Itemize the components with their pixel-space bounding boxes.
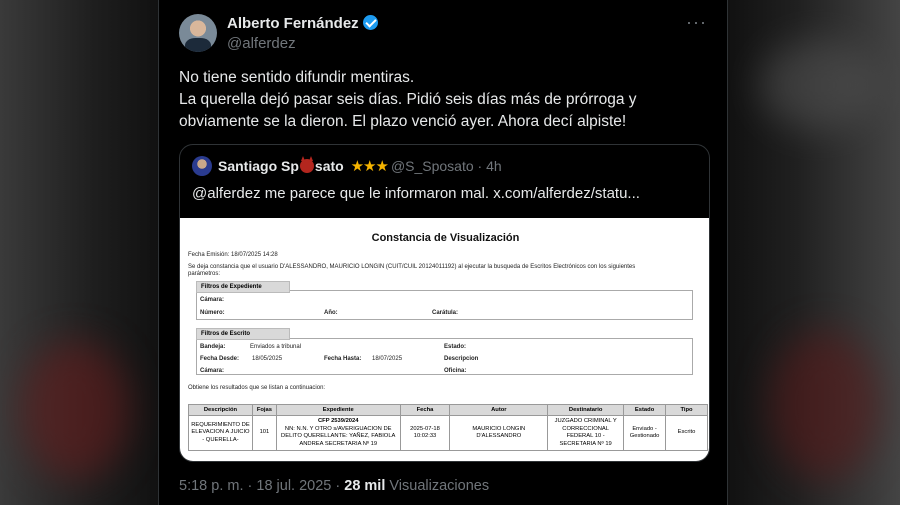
bandeja-value: Enviados a tribunal [250,344,302,350]
table-header: Tipo [665,404,708,416]
tweet-text-line: obviamente se la dieron. El plazo venció… [179,113,627,130]
fecha-desde-value: 18/05/2025 [252,356,283,362]
estado-label: Estado: [444,344,467,350]
tweet-text-line: No tiene sentido difundir mentiras. [179,69,415,86]
table-row: REQUERIMIENTO DE ELEVACION A JUICIO - QU… [188,415,708,451]
document-title: Constancia de Visualización [371,232,520,244]
cell-fojas: 101 [251,415,277,451]
table-header: Descripción [188,404,253,416]
tweet-text-line: La querella dejó pasar seis días. Pidió … [179,91,637,108]
caratula-label: Carátula: [432,310,459,316]
quoted-author-avatar[interactable] [192,156,212,176]
fecha-desde-label: Fecha Desde: [200,356,240,362]
devil-emoji-icon [299,156,314,173]
cell-descripcion: REQUERIMIENTO DE ELEVACION A JUICIO - QU… [188,415,253,451]
background-blur [770,330,880,480]
cell-expediente-num: CFP 2539/2024 [317,418,359,424]
author-avatar[interactable] [179,14,217,52]
footer-separator: · [331,478,345,494]
cell-tipo: Escrito [665,415,708,451]
cell-estado: Enviado - Gestionado [623,415,667,451]
stars-emoji-icon: ★★★ [350,158,389,175]
table-header: Fojas [251,404,277,416]
anio-label: Año: [324,310,338,316]
background-blur [20,340,130,480]
table-header: Destinatario [547,404,625,416]
fecha-emision: Fecha Emisión: 18/07/2025 14:28 [188,252,278,258]
bandeja-label: Bandeja: [200,344,226,350]
quoted-tweet-time: · 4h [477,158,502,174]
filtros-escrito-header: Filtros de Escrito [196,328,290,340]
filtros-expediente-header: Filtros de Expediente [196,281,290,293]
tweet-footer: 5:18 p. m. · 18 jul. 2025 · 28 mil Visua… [179,478,489,494]
footer-separator: · [243,478,257,494]
background-blur [760,40,880,130]
camara-label: Cámara: [200,368,225,374]
results-table: Descripción Fojas Expediente Fecha Autor… [188,404,708,451]
cell-fecha: 2025-07-18 10:02:33 [399,415,451,451]
tweet-date[interactable]: 18 jul. 2025 [256,478,331,494]
intro-text: parámetros: [188,271,221,277]
table-header: Autor [449,404,549,416]
quoted-tweet-text: @alferdez me parece que le informaron ma… [192,185,640,202]
author-name-row[interactable]: Alberto Fernández [227,15,378,32]
table-header-row: Descripción Fojas Expediente Fecha Autor… [188,404,708,416]
tweet-time[interactable]: 5:18 p. m. [179,478,243,494]
tweet-text: No tiene sentido difundir mentiras. La q… [179,67,709,133]
results-intro: Obtiene los resultados que se listan a c… [188,385,326,391]
quoted-author-handle: @S_Sposato [390,158,474,174]
tweet-card: Alberto Fernández @alferdez ··· No tiene… [158,0,728,505]
quoted-tweet[interactable]: Santiago Sp sato ★★★ @S_Sposato · 4h @alfe… [179,144,710,462]
oficina-label: Oficina: [444,368,467,374]
table-header: Estado [623,404,667,416]
views-count: 28 mil [344,478,386,494]
quoted-author-name-part: sato [314,158,344,174]
descripcion-label: Descripcion [444,356,479,362]
table-header: Expediente [275,404,401,416]
quoted-author-name-part: Santiago Sp [218,158,299,174]
cell-expediente-desc: NN: N.N. Y OTRO s/AVERIGUACION DE DELITO… [281,425,396,447]
table-header: Fecha [399,404,451,416]
cell-autor: MAURICIO LONGIN D'ALESSANDRO [449,415,549,451]
camara-label: Cámara: [200,297,225,303]
numero-label: Número: [200,310,225,316]
author-handle[interactable]: @alferdez [227,35,296,52]
author-name[interactable]: Alberto Fernández [227,15,359,32]
intro-text: Se deja constancia que el usuario D'ALES… [188,264,636,270]
more-options-button[interactable]: ··· [686,12,707,33]
fecha-hasta-value: 18/07/2025 [372,356,403,362]
views-label: Visualizaciones [385,478,490,494]
cell-expediente: CFP 2539/2024 NN: N.N. Y OTRO s/AVERIGUA… [275,415,401,451]
quoted-author-row[interactable]: Santiago Sp sato ★★★ @S_Sposato · 4h [218,156,502,175]
document-image[interactable]: Constancia de Visualización Fecha Emisió… [180,218,709,461]
verified-badge-icon [362,15,378,30]
fecha-hasta-label: Fecha Hasta: [324,356,362,362]
cell-destinatario: JUZGADO CRIMINAL Y CORRECCIONAL FEDERAL … [547,415,625,451]
